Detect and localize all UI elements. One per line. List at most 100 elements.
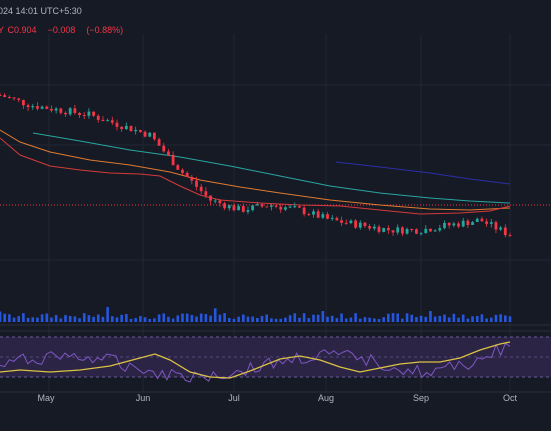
volume-bar [284, 317, 287, 322]
candle-body [391, 230, 395, 233]
candle-body [3, 95, 7, 97]
candle-body [354, 220, 357, 228]
volume-bar [148, 318, 152, 322]
candle-body [21, 99, 25, 106]
candle-body [124, 125, 128, 130]
candle-body [260, 204, 264, 207]
volume-bar [176, 315, 180, 322]
volume-bar [82, 313, 86, 322]
volume-bar [120, 314, 123, 322]
candle-body [363, 222, 367, 227]
candle-body [312, 211, 315, 215]
candle-body [223, 203, 226, 209]
volume-bar [125, 314, 128, 322]
volume-bar [204, 314, 208, 322]
candle-body [340, 220, 343, 223]
candle-body [45, 106, 49, 109]
candle-body [153, 132, 156, 140]
candle-body [284, 207, 287, 210]
volume-bar [171, 318, 175, 322]
x-axis-label-sep: Sep [413, 393, 429, 403]
volume-bar [227, 317, 231, 322]
price-chart[interactable]: May Jun Jul Aug Sep Oct [0, 0, 551, 431]
volume-bar [157, 314, 161, 322]
candle-body [78, 112, 81, 116]
candle-body [92, 111, 95, 116]
candle-body [335, 217, 339, 221]
volume-bar [54, 315, 58, 322]
volume-bar [438, 315, 442, 322]
volume-bar [279, 318, 283, 322]
candle-body [232, 205, 236, 211]
volume-bar [17, 316, 21, 322]
candle-body [494, 222, 498, 230]
candle-body [396, 227, 400, 233]
candle-body [419, 233, 423, 235]
x-axis-label-oct: Oct [503, 393, 518, 403]
candle-body [31, 106, 35, 108]
candle-body [213, 200, 217, 202]
volume-bar [480, 314, 484, 322]
volume-bar [307, 318, 311, 322]
volume-bar [8, 314, 11, 322]
candle-body [96, 115, 100, 120]
volume-bar [288, 315, 292, 322]
candle-body [26, 105, 30, 108]
candle-body [199, 186, 203, 192]
volume-bar [368, 317, 371, 322]
volume-bar [265, 314, 268, 322]
x-axis-label-jul: Jul [228, 393, 240, 403]
x-axis-label-jun: Jun [136, 393, 151, 403]
candle-body [7, 96, 11, 98]
volume-bar [251, 316, 254, 322]
candle-body [508, 235, 512, 237]
x-axis-label-may: May [37, 393, 55, 403]
candle-body [316, 211, 320, 218]
volume-bar [68, 316, 72, 322]
volume-bar [405, 313, 409, 322]
volume-bar [508, 316, 512, 322]
volume-bar [45, 313, 49, 322]
volume-bar [92, 316, 95, 322]
candle-body [40, 106, 44, 109]
candle-body [405, 229, 409, 234]
volume-bar [344, 318, 348, 322]
volume-bar [377, 318, 381, 322]
candle-body [288, 206, 292, 208]
volume-bar [396, 313, 400, 322]
candle-body [302, 207, 306, 215]
candle-body [0, 95, 2, 96]
candle-body [115, 122, 119, 127]
volume-bar [471, 316, 474, 322]
volume-bar [349, 317, 353, 322]
candle-body [106, 120, 110, 122]
candle-body [12, 97, 16, 99]
candle-body [204, 191, 208, 196]
candle-body [209, 195, 212, 201]
volume-bar [466, 318, 470, 322]
volume-bar [167, 316, 170, 322]
volume-bar [391, 313, 395, 322]
volume-bar [0, 311, 2, 322]
volume-bar [223, 313, 226, 322]
volume-bar [73, 316, 77, 322]
candle-body [185, 172, 189, 177]
candle-body [377, 226, 381, 232]
candle-body [433, 230, 437, 232]
volume-bar [78, 318, 81, 322]
volume-bar [213, 308, 217, 322]
candle-body [452, 223, 456, 226]
volume-bar [242, 314, 245, 322]
volume-bar [298, 317, 301, 322]
candle-body [162, 145, 166, 152]
candle-body [195, 180, 198, 187]
x-axis-label-aug: Aug [318, 393, 334, 403]
candle-body [143, 131, 147, 137]
volume-bar [260, 315, 264, 322]
volume-bar [106, 307, 109, 322]
candle-body [157, 139, 161, 146]
volume-bar [415, 317, 418, 322]
candle-body [480, 218, 484, 222]
volume-bar [321, 310, 325, 322]
candle-body [167, 151, 170, 155]
